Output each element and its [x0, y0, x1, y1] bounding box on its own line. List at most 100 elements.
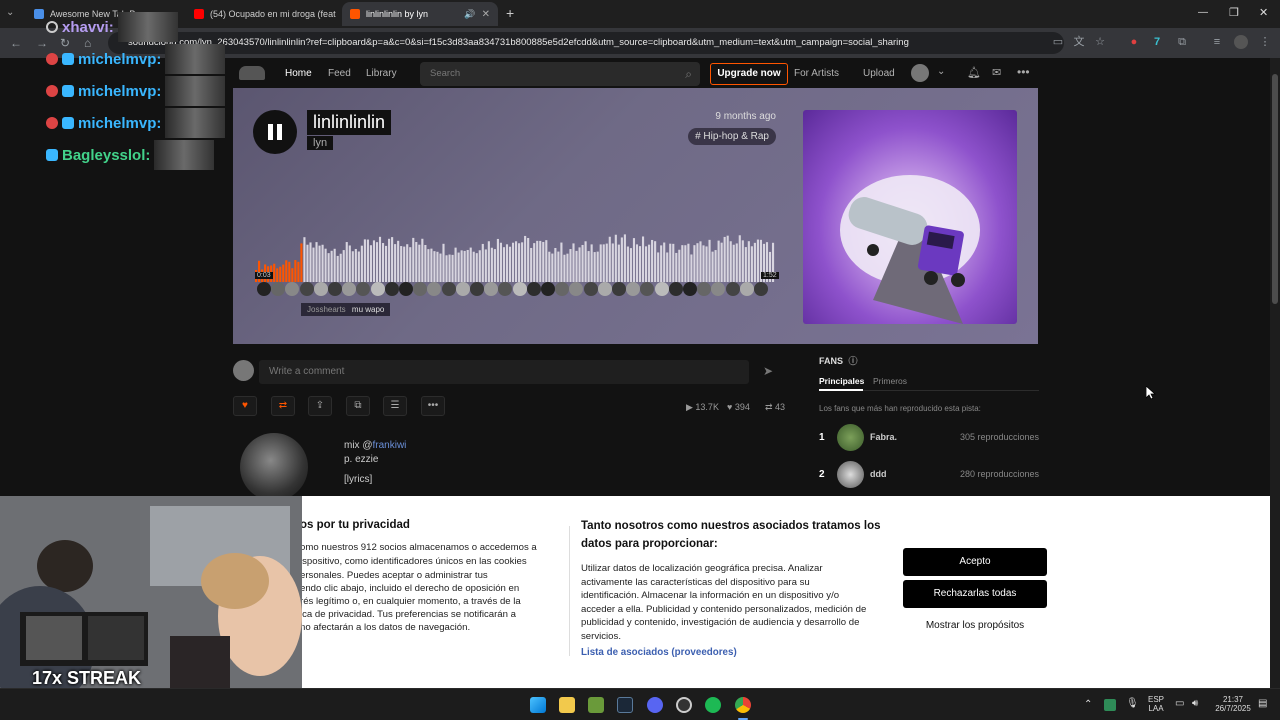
waveform-bar[interactable]: [545, 240, 548, 282]
show-hidden-icons[interactable]: ⌃: [1084, 699, 1092, 710]
waveform-bar[interactable]: [505, 244, 509, 282]
waveform-bar[interactable]: [342, 250, 345, 282]
waveform-bar[interactable]: [753, 242, 756, 282]
waveform-bar[interactable]: [318, 245, 321, 282]
comment-avatar[interactable]: [555, 282, 570, 296]
waveform-bar[interactable]: [515, 241, 518, 282]
waveform-bar[interactable]: [345, 242, 348, 282]
waveform-bar[interactable]: [605, 243, 608, 282]
comment-avatar[interactable]: [299, 282, 314, 296]
comment-avatar[interactable]: [498, 282, 513, 296]
waveform-bar[interactable]: [372, 240, 376, 282]
waveform-bar[interactable]: [732, 244, 735, 282]
waveform-bar[interactable]: [324, 248, 327, 282]
waveform-bar[interactable]: [397, 240, 400, 282]
waveform-bar[interactable]: [375, 242, 379, 282]
comment-avatar[interactable]: [597, 282, 612, 296]
waveform-bar[interactable]: [641, 236, 645, 282]
waveform-bar[interactable]: [315, 242, 318, 282]
comment-avatar[interactable]: [512, 282, 527, 296]
waveform-bar[interactable]: [442, 243, 445, 282]
extension-7tv-icon[interactable]: 7: [1150, 35, 1164, 49]
waveform-bar[interactable]: [611, 243, 614, 282]
waveform-bar[interactable]: [448, 254, 451, 282]
waveform-bar[interactable]: [669, 243, 672, 282]
close-tab-icon[interactable]: ✕: [482, 9, 490, 20]
waveform-bar[interactable]: [756, 239, 759, 282]
pause-button[interactable]: [253, 110, 297, 154]
waveform-bar[interactable]: [336, 255, 339, 282]
waveform-bar[interactable]: [590, 244, 593, 282]
comment-avatar[interactable]: [725, 282, 740, 296]
comment-avatar[interactable]: [313, 282, 328, 296]
comment-avatar[interactable]: [654, 282, 669, 296]
comment-input[interactable]: Write a comment: [259, 360, 749, 384]
cast-icon[interactable]: ▭: [1051, 35, 1065, 49]
waveform-bar[interactable]: [635, 244, 639, 282]
waveform-bar[interactable]: [666, 252, 669, 282]
waveform-bar[interactable]: [699, 241, 702, 282]
fan-row[interactable]: 1 Fabra. 305 reproducciones: [819, 424, 1039, 452]
waveform-bar[interactable]: [366, 239, 369, 282]
waveform-bar[interactable]: [587, 251, 590, 282]
waveform-bar[interactable]: [539, 240, 542, 282]
for-artists-link[interactable]: For Artists: [794, 68, 839, 79]
comment-avatar[interactable]: [697, 282, 712, 296]
waveform-bar[interactable]: [741, 240, 744, 282]
comment-avatar[interactable]: [668, 282, 683, 296]
waveform-bar[interactable]: [333, 248, 336, 282]
waveform-bar[interactable]: [557, 251, 560, 282]
waveform-bar[interactable]: [714, 250, 717, 282]
waveform-bar[interactable]: [439, 253, 442, 282]
waveform-bar[interactable]: [421, 238, 424, 282]
track-title[interactable]: linlinlinlin: [307, 110, 392, 135]
like-button[interactable]: ♥: [233, 396, 257, 416]
waveform-bar[interactable]: [499, 242, 502, 282]
chrome-icon[interactable]: [735, 697, 751, 713]
waveform-bar[interactable]: [657, 252, 660, 282]
waveform-bar[interactable]: [672, 243, 675, 282]
comment-avatar[interactable]: [541, 282, 555, 296]
waveform-bar[interactable]: [599, 244, 602, 282]
waveform-bar[interactable]: [623, 234, 626, 282]
comment-avatar[interactable]: [754, 282, 768, 296]
page-scrollbar[interactable]: [1270, 58, 1280, 688]
waveform-bar[interactable]: [369, 245, 372, 282]
media-controls-icon[interactable]: ≡: [1210, 35, 1224, 49]
waveform-bar[interactable]: [463, 250, 466, 282]
steam-icon[interactable]: [617, 697, 633, 713]
artist-avatar[interactable]: [240, 433, 308, 501]
waveform-bar[interactable]: [436, 251, 439, 282]
messages-icon[interactable]: ✉: [992, 66, 1001, 79]
waveform-bar[interactable]: [415, 242, 418, 282]
waveform-bar[interactable]: [403, 246, 406, 282]
waveform-bar[interactable]: [569, 249, 572, 282]
waveform-bar[interactable]: [451, 254, 454, 282]
scrollbar-thumb[interactable]: [1272, 74, 1278, 304]
waveform-bar[interactable]: [536, 240, 539, 282]
waveform-bar[interactable]: [696, 243, 699, 282]
waveform-bar[interactable]: [551, 253, 554, 282]
waveform-bar[interactable]: [738, 235, 741, 282]
waveform-bar[interactable]: [469, 247, 472, 282]
volume-icon[interactable]: 🔊︎: [1192, 698, 1198, 709]
comment-avatar[interactable]: [569, 282, 584, 296]
search-input[interactable]: Search ⌕: [420, 62, 700, 86]
windows-start-icon[interactable]: [530, 697, 546, 713]
extension-red-icon[interactable]: ●: [1127, 35, 1141, 49]
waveform-bar[interactable]: [285, 260, 288, 282]
notification-center-icon[interactable]: ▤: [1258, 698, 1267, 709]
waveform-bar[interactable]: [475, 253, 478, 282]
waveform-bar[interactable]: [445, 255, 448, 282]
waveform-bar[interactable]: [687, 243, 690, 282]
waveform-bar[interactable]: [735, 243, 738, 282]
waveform-bar[interactable]: [629, 248, 632, 282]
waveform-bar[interactable]: [351, 251, 354, 282]
waveform-bar[interactable]: [575, 250, 578, 282]
waveform-bar[interactable]: [288, 261, 291, 282]
waveform-bar[interactable]: [705, 246, 708, 282]
comment-avatar[interactable]: [683, 282, 697, 296]
comment-avatar[interactable]: [399, 282, 413, 296]
fan-name[interactable]: Fabra.: [870, 432, 897, 442]
network-icon[interactable]: ▭: [1175, 698, 1184, 709]
